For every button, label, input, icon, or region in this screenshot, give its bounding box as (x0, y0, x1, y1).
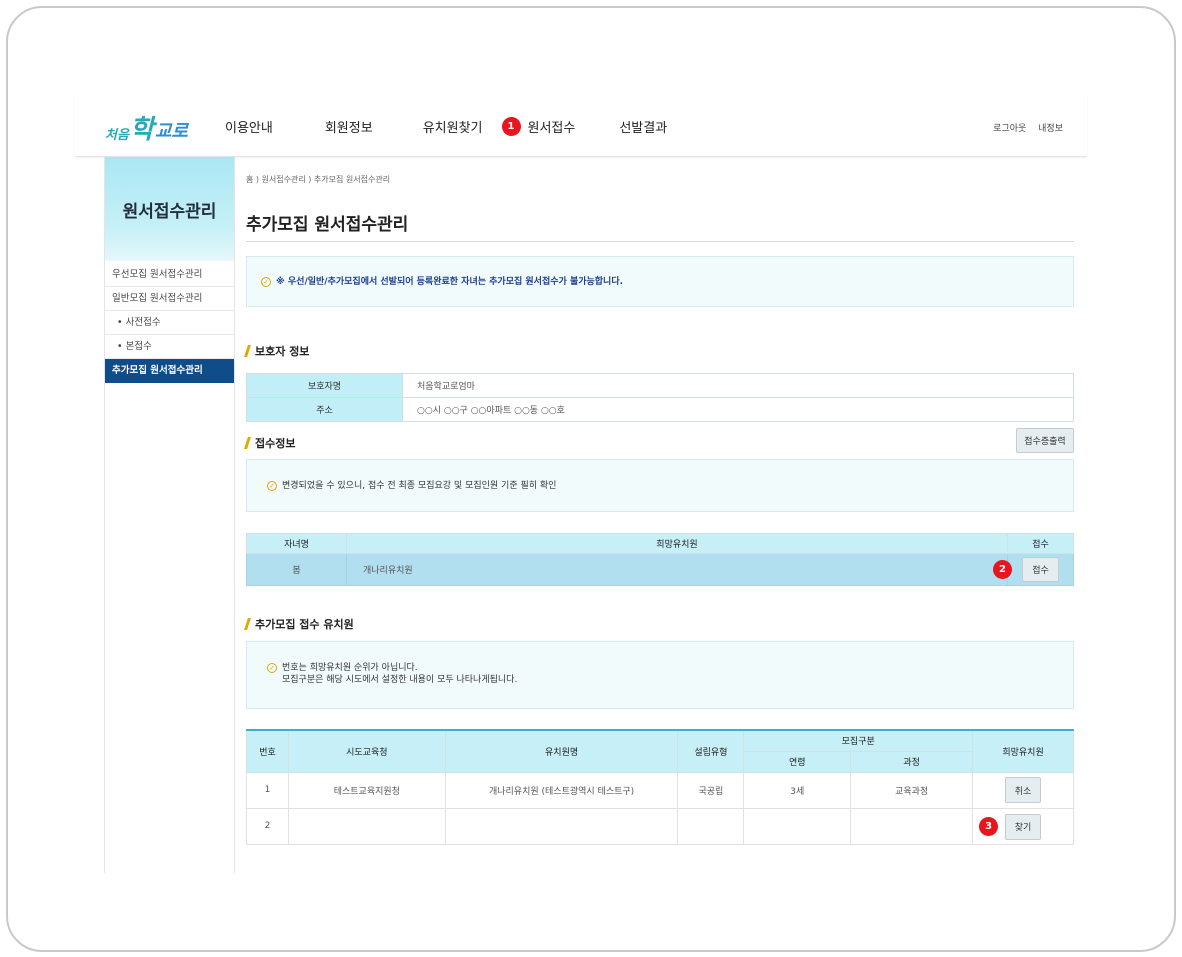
section-title-guardian: 보호자 정보 (244, 343, 310, 359)
table-header-row: 번호 시도교육청 유치원명 설립유형 모집구분 희망유치원 (246, 729, 1074, 773)
guardian-name-value: 처음학교로엄마 (402, 373, 1074, 398)
nav-item-label: 이용안내 (225, 121, 273, 136)
row-action: 취소 (972, 771, 1074, 809)
page-title: 추가모집 원서접수관리 (246, 215, 409, 235)
col-header-wish: 희망유치원 (972, 729, 1074, 773)
nav-item-results[interactable]: 선발결과 (619, 117, 667, 136)
address-value: ○○시 ○○구 ○○아파트 ○○동 ○○호 (402, 397, 1074, 422)
section-marker-icon (244, 345, 251, 357)
cancel-button[interactable]: 취소 (1005, 777, 1042, 803)
kindergarten-cell: 개나리유치원 (346, 553, 1008, 586)
table-row: 보호자명 처음학교로엄마 (246, 373, 1074, 398)
row-action: 3 찾기 (972, 807, 1074, 845)
notice-text: 변경되었을 수 있으니, 접수 전 최종 모집요강 및 모집인원 기준 필히 확… (282, 480, 557, 491)
sidebar-item-additional-application[interactable]: 추가모집 원서접수관리 (105, 359, 234, 383)
row-office (287, 807, 446, 845)
col-header-no: 번호 (246, 729, 289, 773)
col-header-age: 연령 (743, 750, 852, 773)
guardian-info-table: 보호자명 처음학교로엄마 주소 ○○시 ○○구 ○○아파트 ○○동 ○○호 (246, 373, 1074, 422)
site-logo[interactable]: 처음 학 교로 (105, 107, 188, 143)
section-title-extra: 추가모집 접수 유치원 (244, 616, 354, 632)
sidebar: 원서접수관리 우선모집 원서접수관리 일반모집 원서접수관리 • 사전접수 • … (104, 157, 235, 873)
nav-item-application[interactable]: 1 원서접수 (501, 117, 576, 136)
table-row: 봄 개나리유치원 2 접수 (246, 553, 1074, 586)
row-no: 2 (246, 807, 289, 845)
section-title-text: 보호자 정보 (255, 345, 310, 358)
notice-box-top: ✓ ※ 우선/일반/추가모집에서 선발되어 등록완료한 자녀는 추가모집 원서접… (246, 256, 1074, 307)
main-nav: 이용안내 회원정보 유치원찾기 1 원서접수 선발결과 (225, 117, 717, 136)
col-header-kindergarten: 희망유치원 (346, 533, 1008, 554)
logo-text-part3: 교로 (154, 121, 188, 142)
table-row: 1 테스트교육지원청 개나리유치원 (테스트광역시 테스트구) 국공립 3세 교… (246, 771, 1074, 809)
table-header-row: 자녀명 희망유치원 접수 (246, 533, 1074, 554)
col-header-action: 접수 (1007, 533, 1074, 554)
col-header-course: 과정 (850, 750, 974, 773)
check-icon: ✓ (267, 480, 277, 491)
apply-table: 자녀명 희망유치원 접수 봄 개나리유치원 2 접수 (246, 533, 1074, 586)
sidebar-item-priority-application[interactable]: 우선모집 원서접수관리 (105, 263, 234, 287)
notice-box-apply: ✓ 변경되었을 수 있으니, 접수 전 최종 모집요강 및 모집인원 기준 필히… (246, 459, 1074, 512)
step-badge-1: 1 (501, 117, 521, 136)
nav-item-member[interactable]: 회원정보 (325, 117, 373, 136)
row-age (743, 807, 852, 845)
check-icon: ✓ (261, 276, 271, 287)
section-marker-icon (244, 618, 251, 630)
table-label: 주소 (246, 397, 403, 422)
row-name (444, 807, 679, 845)
sidebar-item-pre-application[interactable]: • 사전접수 (105, 311, 234, 335)
breadcrumb: 홈 ) 원서접수관리 ) 추가모집 원서접수관리 (246, 175, 391, 184)
col-header-type: 설립유형 (677, 729, 745, 773)
nav-item-label: 유치원찾기 (422, 121, 483, 136)
row-name: 개나리유치원 (테스트광역시 테스트구) (444, 771, 679, 809)
notice-line: 번호는 희망유치원 순위가 아닙니다. (282, 663, 418, 673)
step-badge-2: 2 (993, 560, 1012, 579)
action-cell: 2 접수 (993, 553, 1074, 586)
logo-text-part1: 처음 (105, 128, 129, 143)
nav-item-label: 선발결과 (619, 121, 668, 136)
check-icon: ✓ (267, 663, 277, 673)
col-header-child: 자녀명 (246, 533, 347, 554)
myinfo-link[interactable]: 내정보 (1038, 124, 1063, 134)
sidebar-item-main-application[interactable]: • 본접수 (105, 335, 234, 359)
row-age: 3세 (743, 771, 852, 809)
util-links: 로그아웃 내정보 (984, 121, 1063, 134)
nav-item-guide[interactable]: 이용안내 (225, 117, 273, 136)
nav-item-label: 원서접수 (527, 121, 576, 136)
step-badge-3: 3 (979, 816, 999, 836)
notice-text: ※ 우선/일반/추가모집에서 선발되어 등록완료한 자녀는 추가모집 원서접수가… (276, 276, 624, 287)
print-receipt-button[interactable]: 접수증출력 (1016, 428, 1074, 453)
nav-item-label: 회원정보 (324, 121, 373, 136)
logo-text-part2: 학 (129, 115, 154, 145)
site-header: 처음 학 교로 이용안내 회원정보 유치원찾기 1 원서접수 선발결과 로그아웃… (75, 95, 1087, 157)
notice-text-block: 번호는 희망유치원 순위가 아닙니다. 모집구분은 해당 시도에서 설정한 내용… (282, 662, 517, 686)
sidebar-item-general-application[interactable]: 일반모집 원서접수관리 (105, 287, 234, 311)
child-name-cell: 봄 (246, 553, 347, 586)
section-marker-icon (244, 437, 251, 449)
row-no: 1 (246, 771, 289, 809)
col-header-office: 시도교육청 (287, 729, 446, 773)
notice-line: 모집구분은 해당 시도에서 설정한 내용이 모두 나타나게됩니다. (282, 675, 518, 685)
table-row: 2 3 찾기 (246, 807, 1074, 845)
row-type: 국공립 (677, 771, 745, 809)
nav-item-find-kindergarten[interactable]: 유치원찾기 (423, 117, 483, 136)
find-button[interactable]: 찾기 (1005, 813, 1042, 840)
row-course: 교육과정 (850, 771, 974, 809)
sidebar-title: 원서접수관리 (105, 157, 234, 261)
table-row: 주소 ○○시 ○○구 ○○아파트 ○○동 ○○호 (246, 397, 1074, 422)
section-title-apply: 접수정보 (244, 435, 296, 451)
col-header-recruit: 모집구분 (743, 729, 974, 752)
section-title-text: 추가모집 접수 유치원 (255, 618, 354, 631)
apply-button[interactable]: 접수 (1022, 557, 1059, 582)
notice-box-extra: ✓ 번호는 희망유치원 순위가 아닙니다. 모집구분은 해당 시도에서 설정한 … (246, 641, 1074, 709)
kindergarten-table: 번호 시도교육청 유치원명 설립유형 모집구분 희망유치원 연령 과정 1 테스… (246, 729, 1074, 845)
row-office: 테스트교육지원청 (287, 771, 446, 809)
section-title-text: 접수정보 (255, 437, 296, 450)
row-type (677, 807, 745, 845)
title-divider (246, 241, 1074, 242)
table-label: 보호자명 (246, 373, 403, 398)
site-page: 처음 학 교로 이용안내 회원정보 유치원찾기 1 원서접수 선발결과 로그아웃… (75, 95, 1087, 873)
col-header-name: 유치원명 (444, 729, 679, 773)
logout-link[interactable]: 로그아웃 (993, 124, 1026, 134)
row-course (850, 807, 974, 845)
